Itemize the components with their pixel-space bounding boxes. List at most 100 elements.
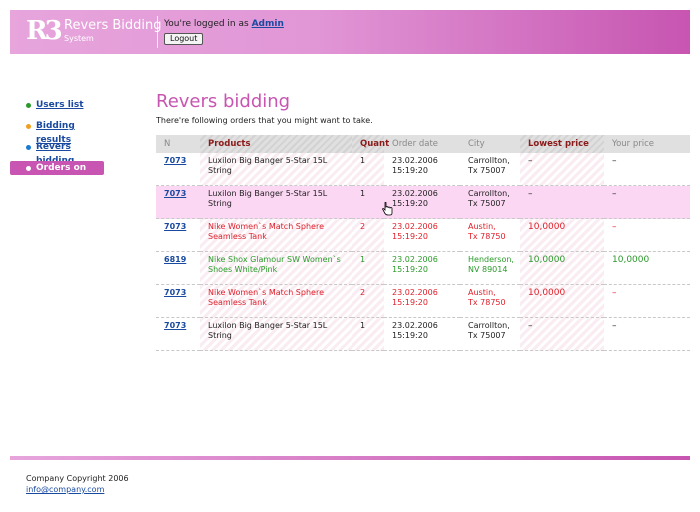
table-row[interactable]: 7073 Nike Women`s Match Sphere Seamless … xyxy=(156,284,690,318)
order-number-link[interactable]: 6819 xyxy=(164,255,186,264)
state-text: Tx 78750 xyxy=(468,298,506,307)
footer-email-link[interactable]: info@company.com xyxy=(26,485,104,494)
column-header-lowest-price: Lowest price xyxy=(520,135,604,153)
sidebar-item-users-list[interactable]: Users list xyxy=(10,98,104,112)
product-cell: Nike Women`s Match Sphere Seamless Tank xyxy=(200,284,352,318)
sidebar-item-orders-on-me[interactable]: Orders on me xyxy=(10,161,104,187)
hand-cursor-icon xyxy=(382,202,393,216)
sidebar-item-label: Orders on me xyxy=(36,163,87,187)
product-cell: Luxilon Big Banger 5-Star 15L String xyxy=(200,317,352,351)
city-cell: Austin, Tx 78750 xyxy=(460,218,520,252)
city-text: Carrollton, xyxy=(468,321,510,330)
state-text: NV 89014 xyxy=(468,265,508,274)
logout-button[interactable]: Logout xyxy=(164,33,204,45)
state-text: Tx 78750 xyxy=(468,232,506,241)
lowest-price-cell: – xyxy=(520,185,604,219)
city-text: Carrollton, xyxy=(468,156,510,165)
order-date-cell: 23.02.2006 15:19:20 xyxy=(384,317,460,351)
your-price-cell: – xyxy=(604,317,690,351)
column-header-quant: Quant xyxy=(352,135,389,153)
column-header-products: Products xyxy=(200,135,352,153)
quantity-cell: 1 xyxy=(352,185,384,219)
product-cell: Nike Women`s Match Sphere Seamless Tank xyxy=(200,218,352,252)
order-date-cell: 23.02.2006 15:19:20 xyxy=(384,218,460,252)
column-header-city: City xyxy=(460,135,520,153)
date-text: 23.02.2006 xyxy=(392,288,438,297)
quantity-cell: 2 xyxy=(352,284,384,318)
table-row[interactable]: 6819 Nike Shox Glamour SW Women`s Shoes … xyxy=(156,251,690,285)
orders-table: N Products Quant Order date City Lowest … xyxy=(156,135,690,351)
date-text: 23.02.2006 xyxy=(392,255,438,264)
lowest-price-cell: 10,0000 xyxy=(520,218,604,252)
quantity-cell: 1 xyxy=(352,153,384,186)
sidebar-item-label[interactable]: Users list xyxy=(36,100,84,110)
quantity-cell: 2 xyxy=(352,218,384,252)
user-link[interactable]: Admin xyxy=(252,19,284,29)
time-text: 15:19:20 xyxy=(392,331,428,340)
lowest-price-cell: 10,0000 xyxy=(520,284,604,318)
sidebar-item-revers-bidding[interactable]: Revers bidding xyxy=(10,140,104,166)
time-text: 15:19:20 xyxy=(392,199,428,208)
city-text: Carrollton, xyxy=(468,189,510,198)
your-price-cell: – xyxy=(604,153,690,186)
header-bar: R3 Revers Bidding System You're logged i… xyxy=(10,10,690,54)
bullet-icon xyxy=(26,166,31,171)
city-text: Austin, xyxy=(468,222,496,231)
city-cell: Henderson, NV 89014 xyxy=(460,251,520,285)
city-cell: Carrollton, Tx 75007 xyxy=(460,317,520,351)
page-title: Revers bidding xyxy=(156,91,291,112)
sidebar-item-bidding-results[interactable]: Bidding results xyxy=(10,119,104,145)
order-number-link[interactable]: 7073 xyxy=(164,222,186,231)
bullet-icon xyxy=(26,124,31,129)
order-number-link[interactable]: 7073 xyxy=(164,288,186,297)
product-cell: Luxilon Big Banger 5-Star 15L String xyxy=(200,153,352,186)
login-prefix: You're logged in as xyxy=(164,19,249,29)
table-header-row: N Products Quant Order date City Lowest … xyxy=(156,135,690,153)
state-text: Tx 75007 xyxy=(468,331,506,340)
app-subtitle: System xyxy=(64,34,94,43)
product-cell: Luxilon Big Banger 5-Star 15L String xyxy=(200,185,352,219)
city-cell: Austin, Tx 78750 xyxy=(460,284,520,318)
time-text: 15:19:20 xyxy=(392,232,428,241)
lowest-price-cell: – xyxy=(520,317,604,351)
order-number-link[interactable]: 7073 xyxy=(164,189,186,198)
state-text: Tx 75007 xyxy=(468,199,506,208)
city-text: Austin, xyxy=(468,288,496,297)
city-cell: Carrollton, Tx 75007 xyxy=(460,153,520,186)
table-row[interactable]: 7073 Nike Women`s Match Sphere Seamless … xyxy=(156,218,690,252)
app-title: Revers Bidding xyxy=(64,18,162,33)
date-text: 23.02.2006 xyxy=(392,189,438,198)
time-text: 15:19:20 xyxy=(392,298,428,307)
footer-copyright: Company Copyright 2006 xyxy=(26,474,129,483)
date-text: 23.02.2006 xyxy=(392,156,438,165)
order-date-cell: 23.02.2006 15:19:20 xyxy=(384,185,460,219)
header-divider xyxy=(157,16,158,48)
lowest-price-cell: 10,0000 xyxy=(520,251,604,285)
table-row[interactable]: 7073 Luxilon Big Banger 5-Star 15L Strin… xyxy=(156,185,690,219)
time-text: 15:19:20 xyxy=(392,265,428,274)
your-price-cell: – xyxy=(604,185,690,219)
order-date-cell: 23.02.2006 15:19:20 xyxy=(384,153,460,186)
column-header-order-date: Order date xyxy=(384,135,460,153)
your-price-cell: – xyxy=(604,218,690,252)
column-header-n: N xyxy=(156,135,200,153)
date-text: 23.02.2006 xyxy=(392,321,438,330)
bullet-icon xyxy=(26,145,31,150)
your-price-cell: – xyxy=(604,284,690,318)
bullet-icon xyxy=(26,103,31,108)
table-row[interactable]: 7073 Luxilon Big Banger 5-Star 15L Strin… xyxy=(156,153,690,186)
product-cell: Nike Shox Glamour SW Women`s Shoes White… xyxy=(200,251,352,285)
order-number-link[interactable]: 7073 xyxy=(164,321,186,330)
order-number-link[interactable]: 7073 xyxy=(164,156,186,165)
table-row[interactable]: 7073 Luxilon Big Banger 5-Star 15L Strin… xyxy=(156,317,690,351)
sidebar-nav: Users list Bidding results Revers biddin… xyxy=(10,98,104,187)
city-text: Henderson, xyxy=(468,255,514,264)
state-text: Tx 75007 xyxy=(468,166,506,175)
lowest-price-cell: – xyxy=(520,153,604,186)
your-price-cell: 10,0000 xyxy=(604,251,690,285)
logo-icon: R3 xyxy=(26,16,63,46)
city-cell: Carrollton, Tx 75007 xyxy=(460,185,520,219)
quantity-cell: 1 xyxy=(352,317,384,351)
login-status: You're logged in as Admin xyxy=(164,19,284,29)
time-text: 15:19:20 xyxy=(392,166,428,175)
